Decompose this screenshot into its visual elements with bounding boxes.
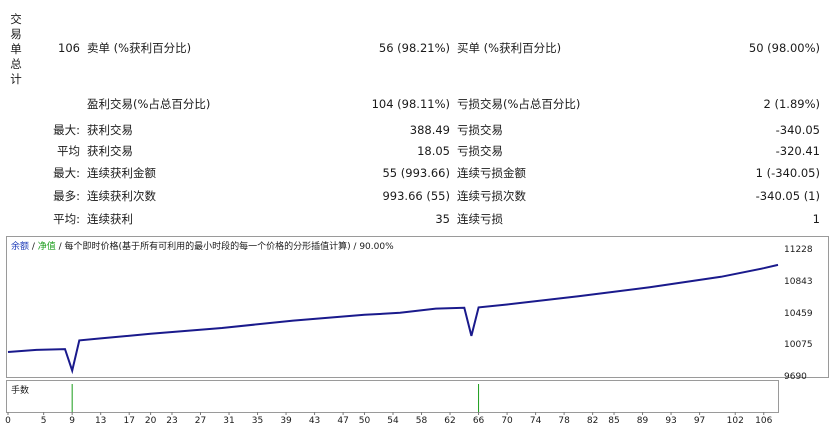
x-tick-label: 9: [69, 416, 76, 426]
x-tick-label: 20: [144, 416, 157, 426]
x-tick-label: 0: [5, 416, 11, 426]
x-tick-label: 62: [444, 416, 456, 426]
x-tick-label: 58: [415, 416, 428, 426]
x-tick-label: 35: [251, 416, 264, 426]
x-tick-label: 106: [755, 416, 773, 426]
x-tick-label: 47: [337, 416, 349, 426]
x-tick-label: 66: [472, 416, 485, 426]
y-tick-label: 10843: [784, 276, 813, 287]
x-tick-label: 70: [501, 416, 513, 426]
x-tick-label: 93: [665, 416, 677, 426]
x-tick-label: 31: [223, 416, 235, 426]
x-tick-label: 82: [586, 416, 599, 426]
x-tick-label: 74: [529, 416, 542, 426]
x-tick-label: 50: [358, 416, 371, 426]
chart-plot: [7, 263, 779, 415]
x-tick-label: 97: [693, 416, 706, 426]
x-tick-label: 5: [40, 416, 47, 426]
y-tick-label: 11228: [784, 245, 813, 255]
x-tick-label: 13: [94, 416, 107, 426]
x-tick-label: 78: [558, 416, 570, 426]
y-tick-label: 10459: [784, 308, 813, 319]
x-tick-label: 27: [194, 416, 207, 426]
y-tick-label: 10075: [784, 340, 813, 351]
x-tick-label: 43: [308, 416, 321, 426]
x-tick-label: 39: [280, 416, 292, 426]
x-tick-label: 102: [726, 416, 744, 426]
balance-line: [7, 263, 779, 375]
x-tick-label: 89: [636, 416, 649, 426]
x-tick-label: 23: [166, 416, 178, 426]
y-tick-label: 9690: [784, 372, 807, 382]
x-tick-label: 85: [608, 416, 620, 426]
x-tick-label: 54: [387, 416, 399, 426]
